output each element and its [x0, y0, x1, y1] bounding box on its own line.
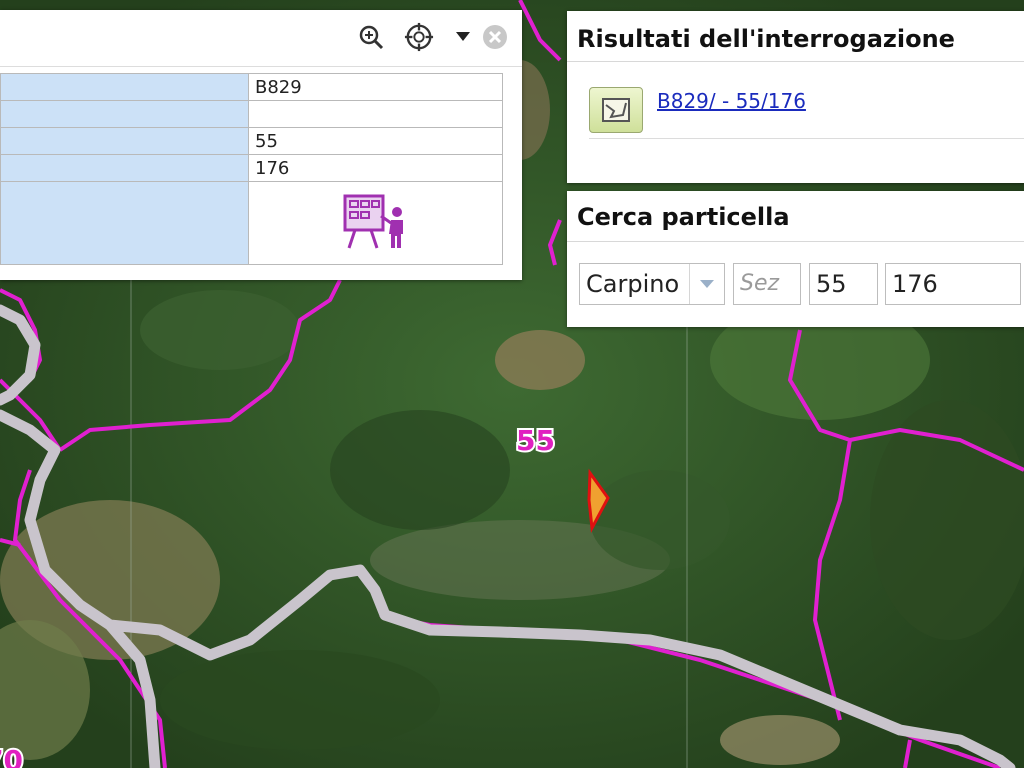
attribute-value-cell: 176: [248, 154, 503, 182]
close-icon[interactable]: [480, 22, 510, 52]
map-corner-label: 70: [0, 744, 23, 768]
table-row: 55: [0, 127, 503, 155]
attribute-table: B829 55 176: [0, 73, 503, 265]
menu-dropdown-icon[interactable]: [448, 22, 478, 52]
attribute-value-cell: B829: [248, 73, 503, 101]
identify-popup: B829 55 176: [0, 10, 522, 280]
foglio-field[interactable]: 55: [809, 263, 878, 305]
divider: [589, 138, 1024, 139]
divider: [567, 241, 1024, 242]
comune-select[interactable]: Carpino: [579, 263, 725, 305]
attribute-value-cell: 55: [248, 127, 503, 155]
map-foglio-label: 55: [516, 424, 555, 457]
result-link[interactable]: B829/ - 55/176: [657, 89, 806, 113]
query-results-panel: Risultati dell'interrogazione B829/ - 55…: [567, 11, 1024, 183]
table-row: 176: [0, 154, 503, 182]
results-title: Risultati dell'interrogazione: [577, 25, 955, 53]
attribute-key-cell: [0, 73, 249, 101]
divider: [567, 61, 1024, 62]
locate-crosshair-icon[interactable]: [404, 22, 434, 52]
attribute-value-cell: [248, 181, 503, 265]
parcel-search-panel: Cerca particella Carpino Sez 55 176: [567, 191, 1024, 327]
attribute-key-cell: [0, 127, 249, 155]
table-row: B829: [0, 73, 503, 101]
presentation-link-icon[interactable]: [341, 190, 411, 257]
particella-field[interactable]: 176: [885, 263, 1021, 305]
parcel-map-icon[interactable]: [589, 87, 643, 133]
comune-value: Carpino: [586, 270, 680, 298]
search-title: Cerca particella: [577, 203, 790, 231]
popup-toolbar: [0, 10, 522, 67]
table-row: [0, 100, 503, 128]
chevron-down-icon[interactable]: [689, 264, 724, 304]
attribute-key-cell: [0, 154, 249, 182]
attribute-value-cell: [248, 100, 503, 128]
zoom-to-icon[interactable]: [356, 22, 386, 52]
attribute-key-cell: [0, 100, 249, 128]
sezione-field[interactable]: Sez: [733, 263, 801, 305]
table-row: [0, 181, 503, 265]
attribute-key-cell: [0, 181, 249, 265]
